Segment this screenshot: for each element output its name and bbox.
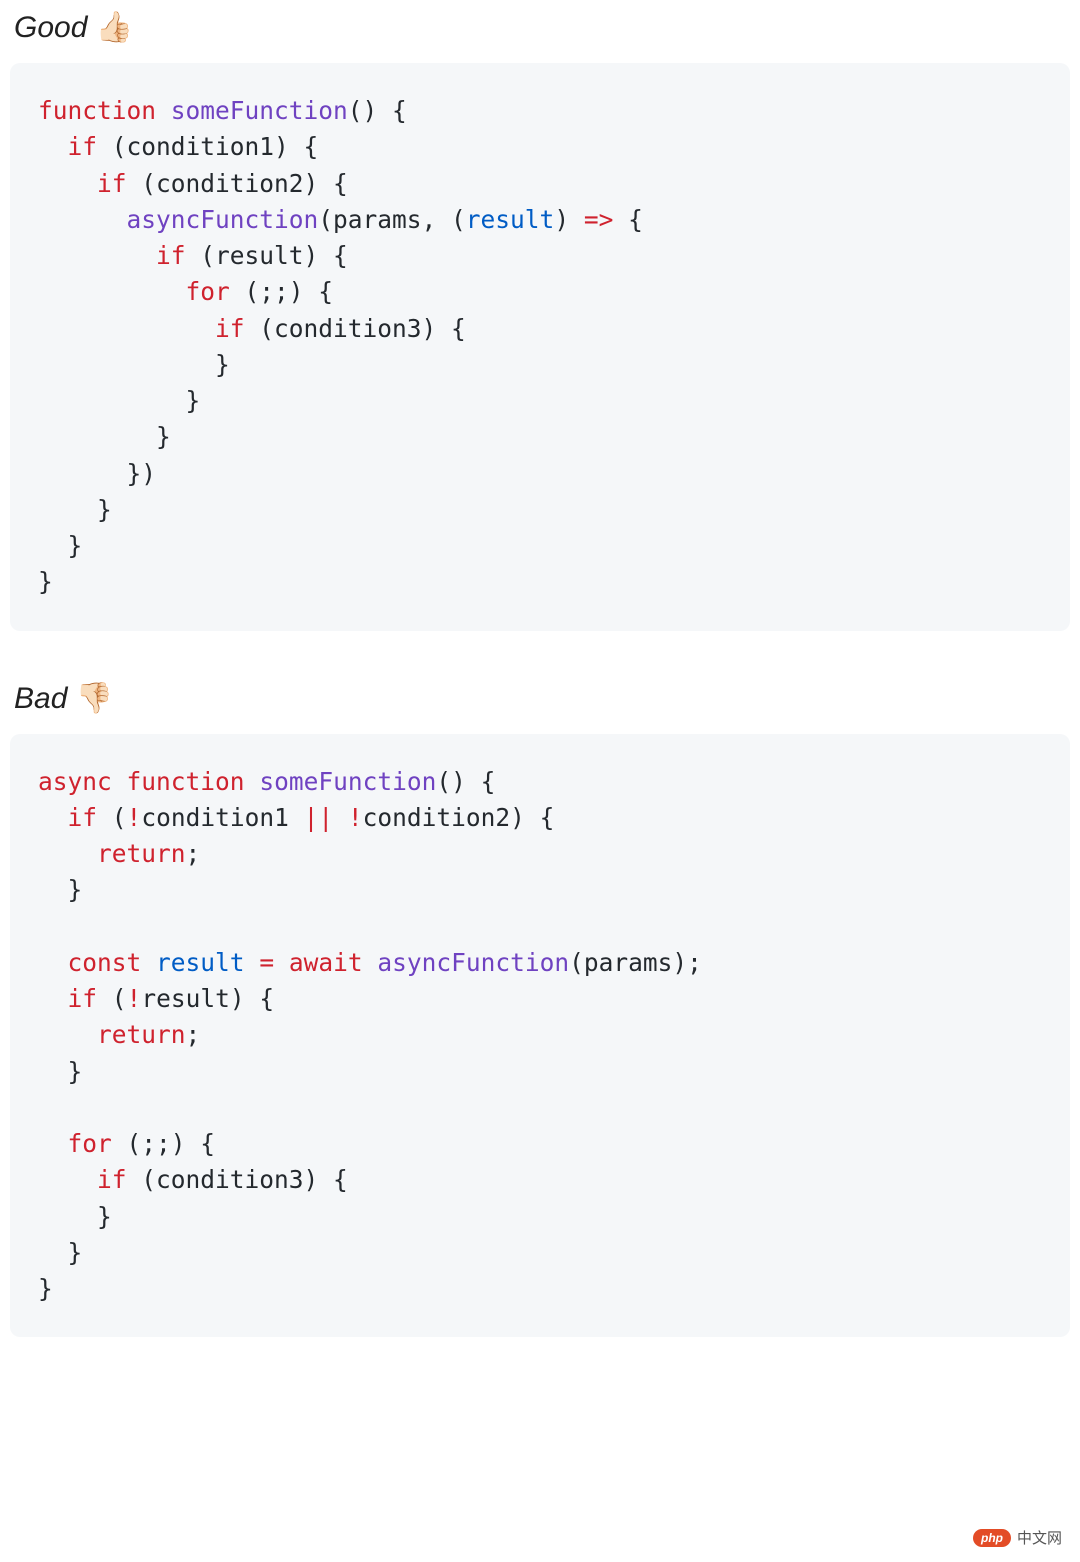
bad-code-block: async function someFunction() { if (!con… bbox=[10, 734, 1070, 1338]
thumbs-up-icon: 👍🏻 bbox=[96, 11, 133, 44]
php-badge: php bbox=[973, 1529, 1011, 1547]
watermark: php 中文网 bbox=[973, 1527, 1062, 1548]
good-label: Good 👍🏻 bbox=[14, 10, 1070, 45]
good-code-block: function someFunction() { if (condition1… bbox=[10, 63, 1070, 631]
watermark-text: 中文网 bbox=[1017, 1527, 1062, 1548]
good-label-text: Good bbox=[14, 11, 87, 44]
thumbs-down-icon: 👎🏻 bbox=[76, 682, 113, 715]
bad-label: Bad 👎🏻 bbox=[14, 681, 1070, 716]
bad-label-text: Bad bbox=[14, 682, 67, 715]
